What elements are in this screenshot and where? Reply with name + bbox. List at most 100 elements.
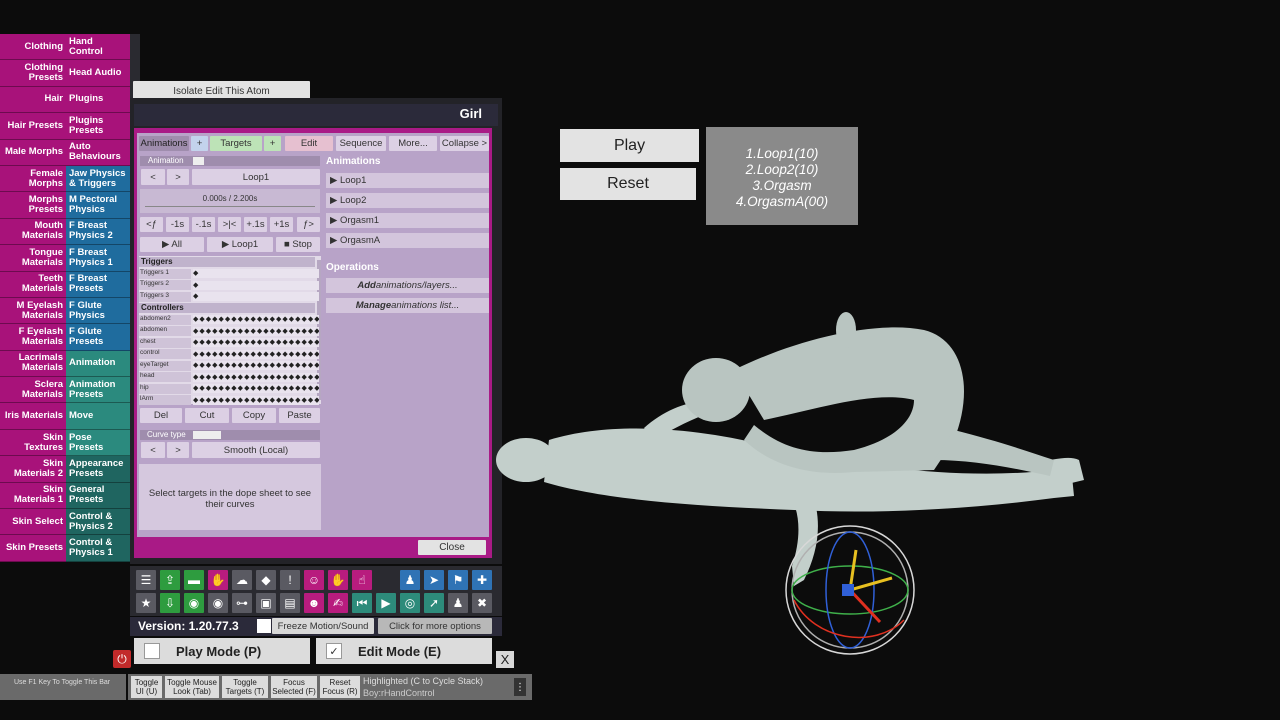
dope-row[interactable]: chest◆◆◆◆◆◆◆◆◆◆◆◆◆◆◆◆◆◆◆◆◆◆ [139, 337, 319, 348]
animation-item[interactable]: ▶ OrgasmA [326, 233, 489, 248]
play-mode-checkbox[interactable] [144, 643, 160, 659]
freeze-checkbox[interactable] [257, 619, 271, 633]
alert-icon[interactable]: ! [280, 570, 300, 590]
time-control-3[interactable]: >|< [218, 217, 241, 232]
dope-row-keys[interactable]: ◆ [193, 269, 319, 278]
add-animations-button[interactable]: Add animations/layers... [326, 278, 489, 293]
tab-plugins[interactable]: Plugins [66, 86, 130, 114]
time-control-2[interactable]: -.1s [192, 217, 215, 232]
person-edit-icon[interactable]: ☻ [304, 593, 324, 613]
tab-iris-materials[interactable]: Iris Materials [0, 403, 66, 430]
animation-item[interactable]: ▶ Loop1 [326, 173, 489, 188]
next-animation-button[interactable]: > [167, 169, 189, 185]
tab-skin-materials-2[interactable]: Skin Materials 2 [0, 456, 66, 483]
dope-row-keys[interactable]: ◆◆◆◆◆◆◆◆◆◆◆◆◆◆◆◆◆◆◆◆◆◆ [193, 361, 319, 370]
play-icon[interactable]: ▶ [376, 593, 396, 613]
tab-sclera-materials[interactable]: Sclera Materials [0, 377, 66, 404]
tab-more[interactable]: More... [389, 136, 437, 151]
tab-auto-behaviours[interactable]: Auto Behaviours [66, 139, 130, 166]
cloud-upload-icon[interactable]: ☁ [232, 570, 252, 590]
dope-row[interactable]: lArm◆◆◆◆◆◆◆◆◆◆◆◆◆◆◆◆◆◆◆◆◆◆ [139, 395, 319, 406]
step-back-icon[interactable]: ⏮ [352, 593, 372, 613]
play-mode-button[interactable]: Play Mode (P) [134, 638, 310, 664]
target-icon[interactable]: ◎ [400, 593, 420, 613]
dope-row-keys[interactable]: ◆ [193, 280, 319, 290]
tab-f-glute-physics[interactable]: F Glute Physics [66, 297, 130, 325]
tab-mouth-materials[interactable]: Mouth Materials [0, 218, 66, 246]
tab-pose-presets[interactable]: Pose Presets [66, 429, 130, 457]
hand-point-icon[interactable]: ☝ [352, 570, 372, 590]
transform-gizmo[interactable] [785, 525, 915, 655]
dope-row-keys[interactable]: ◆◆◆◆◆◆◆◆◆◆◆◆◆◆◆◆◆◆◆◆◆◆ [193, 315, 319, 324]
tab-head-audio[interactable]: Head Audio [66, 60, 130, 87]
document-icon[interactable]: ▤ [280, 593, 300, 613]
play-all-button[interactable]: ▶ All [140, 237, 204, 252]
delete-key-button[interactable]: Del [140, 408, 182, 423]
current-animation-select[interactable]: Loop1 [192, 169, 320, 185]
animation-item[interactable]: ▶ Loop2 [326, 193, 489, 208]
play-loop-button[interactable]: ▶ Loop1 [207, 237, 273, 252]
tab-targets[interactable]: Targets [210, 136, 262, 151]
tab-f-breast-physics-2[interactable]: F Breast Physics 2 [66, 218, 130, 246]
time-control-0[interactable]: <ƒ [140, 217, 163, 232]
dope-row[interactable]: eyeTarget◆◆◆◆◆◆◆◆◆◆◆◆◆◆◆◆◆◆◆◆◆◆ [139, 360, 319, 371]
dope-row-keys[interactable]: ◆◆◆◆◆◆◆◆◆◆◆◆◆◆◆◆◆◆◆◆◆◆ [193, 338, 319, 347]
dope-row-keys[interactable]: ◆◆◆◆◆◆◆◆◆◆◆◆◆◆◆◆◆◆◆◆◆◆ [193, 384, 319, 393]
prev-curve-button[interactable]: < [141, 442, 165, 458]
tab-control-physics-1[interactable]: Control & Physics 1 [66, 535, 130, 562]
tab-female-morphs[interactable]: Female Morphs [0, 165, 66, 193]
tab-appearance-presets[interactable]: Appearance Presets [66, 456, 130, 483]
tab-m-eyelash-materials[interactable]: M Eyelash Materials [0, 297, 66, 325]
power-icon[interactable]: ⏻ [113, 650, 131, 668]
dope-row-keys[interactable]: ◆◆◆◆◆◆◆◆◆◆◆◆◆◆◆◆◆◆◆◆◆◆ [193, 349, 319, 359]
more-vertical-icon[interactable]: ⋮ [514, 678, 526, 696]
tab-hair-presets[interactable]: Hair Presets [0, 113, 66, 140]
close-panel-button[interactable]: Close [418, 540, 486, 555]
tab-animation[interactable]: Animation [66, 350, 130, 378]
time-control-4[interactable]: +.1s [244, 217, 267, 232]
time-control-5[interactable]: +1s [270, 217, 293, 232]
person-settings-icon[interactable]: ☺ [304, 570, 324, 590]
tab-jaw-physics-triggers[interactable]: Jaw Physics & Triggers [66, 165, 130, 193]
hint-button-4[interactable]: Reset Focus (R) [320, 676, 360, 698]
scene-viewport[interactable] [494, 300, 1114, 670]
dope-row[interactable]: Triggers 1 ◆ [139, 268, 319, 279]
camera-green-icon[interactable]: ◉ [184, 593, 204, 613]
hint-button-2[interactable]: Toggle Targets (T) [222, 676, 268, 698]
collapse-button[interactable]: Collapse > [440, 136, 489, 151]
dope-row[interactable]: control◆◆◆◆◆◆◆◆◆◆◆◆◆◆◆◆◆◆◆◆◆◆ [139, 349, 319, 360]
tab-move[interactable]: Move [66, 403, 130, 430]
tab-plugins-presets[interactable]: Plugins Presets [66, 113, 130, 140]
animation-item[interactable]: ▶ Orgasm1 [326, 213, 489, 228]
manage-animations-button[interactable]: Manage animations list... [326, 298, 489, 313]
scene-reset-button[interactable]: Reset [560, 168, 696, 200]
tab-f-eyelash-materials[interactable]: F Eyelash Materials [0, 324, 66, 351]
tab-hair[interactable]: Hair [0, 86, 66, 114]
dope-row[interactable]: hip◆◆◆◆◆◆◆◆◆◆◆◆◆◆◆◆◆◆◆◆◆◆ [139, 383, 319, 394]
cut-button[interactable]: Cut [185, 408, 229, 423]
edit-mode-button[interactable]: ✓ Edit Mode (E) [316, 638, 492, 664]
tab-m-pectoral-physics[interactable]: M Pectoral Physics [66, 192, 130, 219]
folder-icon[interactable]: ▬ [184, 570, 204, 590]
prev-animation-button[interactable]: < [141, 169, 165, 185]
tab-f-breast-presets[interactable]: F Breast Presets [66, 271, 130, 298]
star-icon[interactable]: ★ [136, 593, 156, 613]
save-icon[interactable]: ⇩ [160, 593, 180, 613]
time-control-1[interactable]: -1s [166, 217, 189, 232]
dope-row[interactable]: Triggers 2 ◆ [139, 280, 319, 291]
tab-control-physics-2[interactable]: Control & Physics 2 [66, 509, 130, 536]
animation-slider-handle[interactable] [193, 157, 204, 165]
send-icon[interactable]: ➤ [424, 570, 444, 590]
cursor-icon[interactable]: ➚ [424, 593, 444, 613]
hand-grab-icon[interactable]: ✋ [208, 570, 228, 590]
add-target-button[interactable]: + [264, 136, 281, 151]
tab-skin-textures[interactable]: Skin Textures [0, 429, 66, 457]
tools-icon[interactable]: ✖ [472, 593, 492, 613]
flag-icon[interactable]: ⚑ [448, 570, 468, 590]
tab-clothing[interactable]: Clothing [0, 34, 66, 61]
hint-button-0[interactable]: Toggle UI (U) [131, 676, 162, 698]
menu-icon[interactable]: ☰ [136, 570, 156, 590]
dope-row-keys[interactable]: ◆◆◆◆◆◆◆◆◆◆◆◆◆◆◆◆◆◆◆◆◆◆ [193, 395, 319, 405]
scene-play-button[interactable]: Play [560, 129, 699, 162]
edit-mode-checkbox[interactable]: ✓ [326, 643, 342, 659]
